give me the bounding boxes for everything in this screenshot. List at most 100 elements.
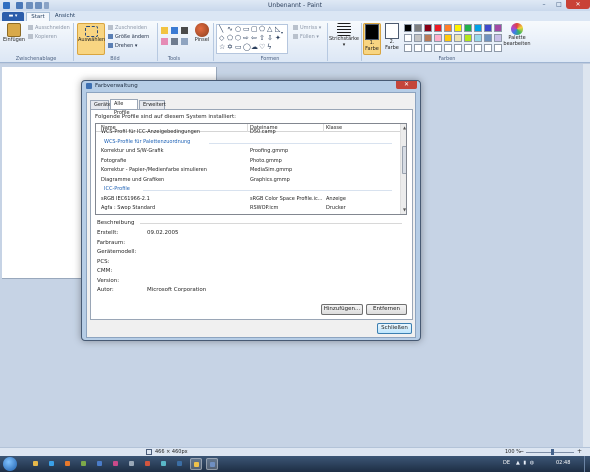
palette-swatch[interactable]	[434, 24, 442, 32]
right-arrow-shape-icon[interactable]: ⇨	[243, 35, 249, 42]
taskbar-app-5-button[interactable]	[110, 458, 122, 470]
taskbar-color-management-button[interactable]	[206, 458, 218, 470]
maximize-button[interactable]: □	[552, 0, 566, 9]
color1-button[interactable]: 1. Farbe	[363, 23, 381, 55]
close-dialog-button[interactable]: Schließen	[377, 323, 412, 334]
select-button[interactable]: Auswählen	[77, 23, 105, 55]
zoom-out-button[interactable]: −	[519, 448, 524, 455]
paste-button[interactable]: Einfügen	[3, 23, 25, 43]
right-triangle-shape-icon[interactable]: ◺	[275, 26, 280, 33]
palette-swatch[interactable]	[404, 24, 412, 32]
palette-swatch[interactable]	[444, 24, 452, 32]
line-shape-icon[interactable]: ╲	[219, 26, 223, 33]
table-row[interactable]: Korrektur - Papier-/Medienfarbe simulier…	[96, 166, 400, 176]
triangle-shape-icon[interactable]: △	[267, 26, 272, 33]
color-picker-icon[interactable]	[171, 38, 178, 45]
palette-swatch[interactable]	[414, 24, 422, 32]
palette-swatch[interactable]	[494, 34, 502, 42]
palette-swatch[interactable]	[424, 44, 432, 52]
workspace-scrollbar[interactable]	[583, 64, 590, 447]
color2-button[interactable]: 2. Farbe	[383, 23, 401, 55]
zoom-slider[interactable]	[526, 452, 574, 453]
tab-advanced[interactable]: Erweitert	[139, 100, 166, 109]
palette-swatch[interactable]	[424, 24, 432, 32]
diamond-shape-icon[interactable]: ◇	[219, 35, 224, 42]
table-row[interactable]: sRGB IEC61966-2.1 sRGB Color Space Profil…	[96, 195, 400, 205]
palette-swatch[interactable]	[454, 34, 462, 42]
crop-button[interactable]: Zuschneiden	[108, 25, 147, 31]
palette-swatch[interactable]	[454, 44, 462, 52]
shapes-gallery[interactable]: ╲ ∿ ○ ▭ ▢ ⬠ △ ◺ ◇ ⬠ ⬡ ⇨ ⇦ ⇧ ⇩ ✦ ☆ ✡ ▭ ◯ …	[216, 24, 288, 54]
taskbar-app-6-button[interactable]	[126, 458, 138, 470]
palette-swatch[interactable]	[494, 44, 502, 52]
star5-shape-icon[interactable]: ☆	[219, 44, 225, 51]
scroll-up-icon[interactable]: ▲	[402, 125, 406, 131]
outline-button[interactable]: Umriss ▾	[293, 25, 321, 31]
oval-shape-icon[interactable]: ○	[235, 26, 241, 33]
tray-icons[interactable]: ▲ ▮ ◍	[516, 460, 535, 466]
callout-oval-shape-icon[interactable]: ◯	[243, 44, 251, 51]
palette-swatch[interactable]	[444, 44, 452, 52]
resize-button[interactable]: Größe ändern	[108, 34, 149, 40]
gallery-scroll-icon[interactable]: ▾	[281, 29, 283, 36]
dialog-close-button[interactable]: ✕	[396, 81, 417, 89]
text-icon[interactable]	[181, 27, 188, 34]
show-desktop-button[interactable]	[584, 456, 590, 472]
taskbar-media-player-button[interactable]	[62, 458, 74, 470]
zoom-in-button[interactable]: +	[577, 448, 582, 455]
palette-swatch[interactable]	[494, 24, 502, 32]
palette-swatch[interactable]	[454, 24, 462, 32]
taskbar-app-7-button[interactable]	[142, 458, 154, 470]
table-row[interactable]: Korrektur und S/W-Grafik Proofing.gmmp	[96, 147, 400, 157]
heart-shape-icon[interactable]: ♡	[259, 44, 265, 51]
zoom-slider-thumb[interactable]	[551, 449, 554, 455]
tab-all-profiles[interactable]: Alle Profile	[110, 99, 138, 116]
table-group-header[interactable]: WCS-Profile für Palettenzuordnung	[96, 138, 400, 148]
up-arrow-shape-icon[interactable]: ⇧	[259, 35, 265, 42]
language-indicator[interactable]: DE	[503, 460, 510, 466]
table-row[interactable]: Diagramme und Grafiken Graphics.gmmp	[96, 176, 400, 186]
eraser-icon[interactable]	[161, 38, 168, 45]
pencil-icon[interactable]	[161, 27, 168, 34]
taskbar-internet-explorer-button[interactable]	[46, 458, 58, 470]
taskbar-paint-button[interactable]	[190, 458, 202, 470]
taskbar-app-4-button[interactable]	[94, 458, 106, 470]
magnifier-icon[interactable]	[181, 38, 188, 45]
palette-swatch[interactable]	[484, 44, 492, 52]
palette-swatch[interactable]	[444, 34, 452, 42]
table-row[interactable]: WCS-Profil für ICC-Anzeigebedingungen D50…	[96, 128, 400, 138]
rounded-rectangle-shape-icon[interactable]: ▢	[251, 26, 258, 33]
start-button-icon[interactable]	[3, 457, 17, 471]
palette-swatch[interactable]	[434, 44, 442, 52]
minimize-button[interactable]: –	[536, 0, 552, 9]
down-arrow-shape-icon[interactable]: ⇩	[267, 35, 273, 42]
palette-swatch[interactable]	[424, 34, 432, 42]
palette-swatch[interactable]	[474, 24, 482, 32]
callout-rect-shape-icon[interactable]: ▭	[235, 44, 242, 51]
table-row[interactable]: Fotografie Photo.gmmp	[96, 157, 400, 167]
palette-swatch[interactable]	[434, 34, 442, 42]
fill-bucket-icon[interactable]	[171, 27, 178, 34]
polygon-shape-icon[interactable]: ⬠	[259, 26, 265, 33]
table-row[interactable]: Agfa : Swop Standard RSWOP.icm Drucker	[96, 204, 400, 214]
table-scrollbar[interactable]: ▲ ▼	[400, 124, 406, 214]
rectangle-shape-icon[interactable]: ▭	[243, 26, 250, 33]
left-arrow-shape-icon[interactable]: ⇦	[251, 35, 257, 42]
profiles-table[interactable]: Name Dateiname Klasse WCS-Profil für ICC…	[95, 123, 407, 215]
hexagon-shape-icon[interactable]: ⬡	[235, 35, 241, 42]
palette-swatch[interactable]	[464, 44, 472, 52]
pentagon-shape-icon[interactable]: ⬠	[227, 35, 233, 42]
palette-swatch[interactable]	[464, 34, 472, 42]
scroll-down-icon[interactable]: ▼	[402, 207, 406, 213]
tab-devices[interactable]: Geräte	[90, 100, 111, 109]
taskbar-app-3-button[interactable]	[78, 458, 90, 470]
palette-swatch[interactable]	[474, 34, 482, 42]
dialog-title-bar[interactable]: Farbverwaltung ✕	[82, 81, 420, 91]
lightning-shape-icon[interactable]: ϟ	[267, 44, 272, 51]
file-menu-button[interactable]: ▬ ▾	[2, 12, 24, 21]
clock[interactable]: 02:48	[556, 460, 570, 466]
stroke-width-button[interactable]: Strichstärke ▾	[329, 23, 359, 48]
curve-shape-icon[interactable]: ∿	[227, 26, 233, 33]
cut-button[interactable]: Ausschneiden	[28, 25, 70, 31]
rotate-button[interactable]: Drehen ▾	[108, 43, 137, 49]
